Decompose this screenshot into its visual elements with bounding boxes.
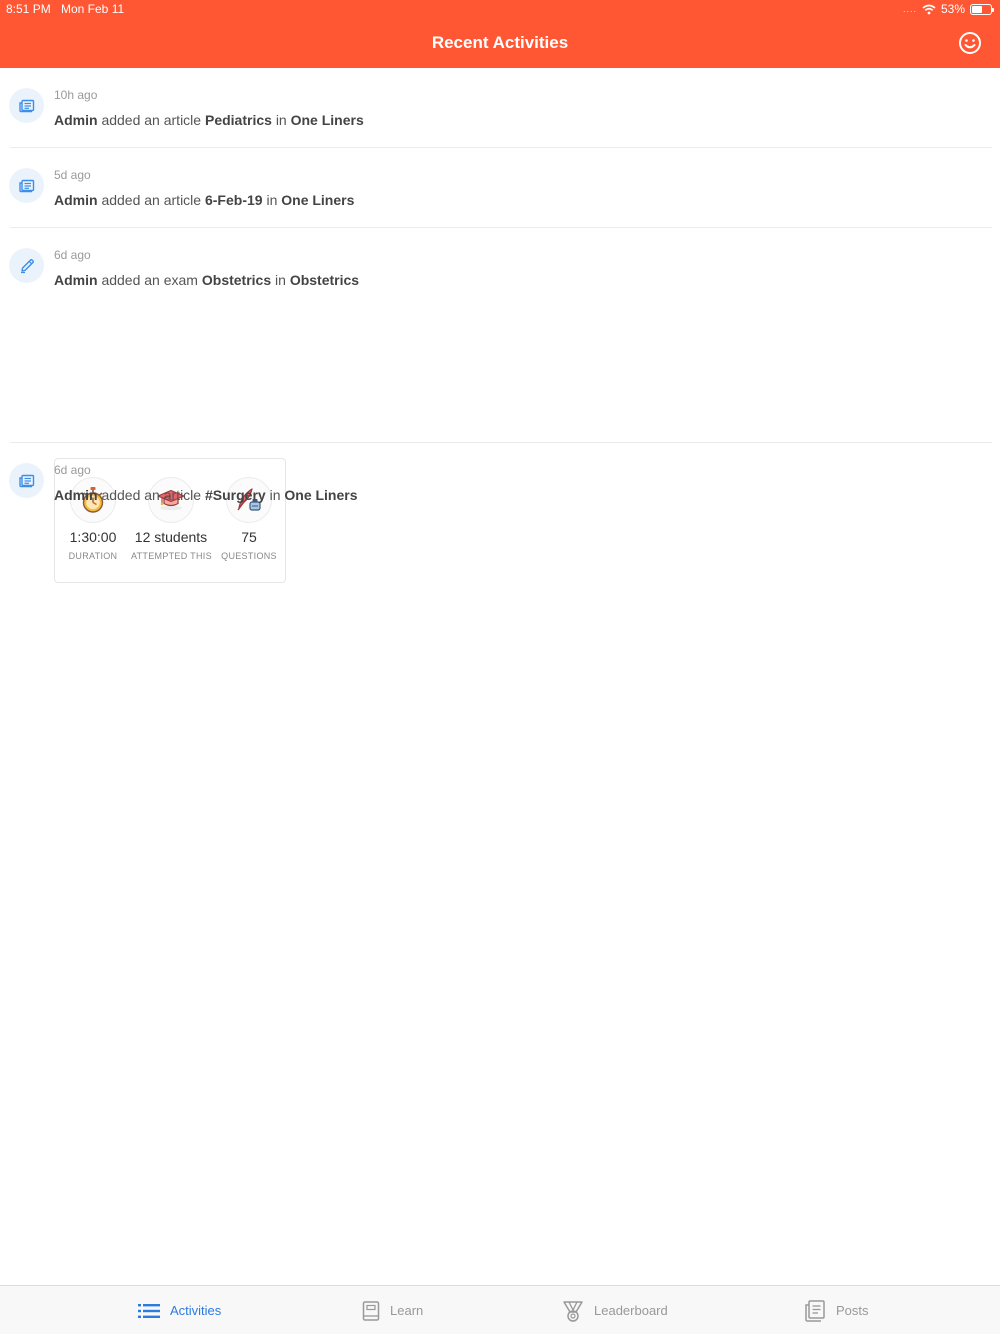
activity-actor: Admin bbox=[54, 487, 98, 503]
activity-actor: Admin bbox=[54, 112, 98, 128]
activity-text: Admin added an exam Obstetrics in Obstet… bbox=[54, 272, 359, 288]
activity-time: 5d ago bbox=[54, 168, 91, 182]
activity-verb: added an exam bbox=[101, 272, 198, 288]
pencil-icon bbox=[9, 248, 44, 283]
list-icon bbox=[138, 1303, 160, 1318]
activity-time: 6d ago bbox=[54, 248, 91, 262]
battery-percent: 53% bbox=[940, 2, 965, 16]
wifi-icon bbox=[922, 4, 936, 14]
activity-actor: Admin bbox=[54, 192, 98, 208]
tab-label: Activities bbox=[170, 1303, 222, 1318]
tab-label: Posts bbox=[836, 1303, 869, 1318]
signal-indicator: .... bbox=[902, 4, 917, 14]
activity-item[interactable]: 6d ago Admin added an article #Surgery i… bbox=[0, 443, 1000, 523]
exam-duration-label: DURATION bbox=[68, 551, 118, 561]
exam-students-value: 12 students bbox=[134, 529, 208, 545]
activity-target[interactable]: One Liners bbox=[281, 192, 354, 208]
activity-target[interactable]: One Liners bbox=[291, 112, 364, 128]
activity-verb: added an article bbox=[101, 112, 202, 128]
exam-students-label: ATTEMPTED THIS bbox=[131, 551, 212, 561]
activity-object[interactable]: Obstetrics bbox=[202, 272, 271, 288]
activity-text: Admin added an article Pediatrics in One… bbox=[54, 112, 364, 128]
status-date: Mon Feb 11 bbox=[61, 2, 125, 16]
tab-posts[interactable]: Posts bbox=[804, 1286, 869, 1335]
status-time: 8:51 PM bbox=[6, 2, 51, 16]
activity-verb: added an article bbox=[101, 192, 202, 208]
header-bar: 8:51 PM Mon Feb 11 .... 53% Recent Activ… bbox=[0, 0, 1000, 68]
tab-leaderboard[interactable]: Leaderboard bbox=[562, 1286, 668, 1335]
article-icon bbox=[9, 168, 44, 203]
tab-activities[interactable]: Activities bbox=[138, 1286, 221, 1335]
page-title: Recent Activities bbox=[431, 33, 569, 52]
smiley-icon[interactable] bbox=[958, 31, 982, 55]
tab-learn[interactable]: Learn bbox=[362, 1286, 423, 1335]
activity-prep: in bbox=[266, 192, 278, 208]
activity-target[interactable]: One Liners bbox=[284, 487, 357, 503]
tab-label: Leaderboard bbox=[594, 1303, 668, 1318]
activity-actor: Admin bbox=[54, 272, 98, 288]
activity-item[interactable]: 6d ago Admin added an exam Obstetrics in… bbox=[0, 228, 1000, 583]
activity-verb: added an article bbox=[101, 487, 202, 503]
article-icon bbox=[9, 88, 44, 123]
book-icon bbox=[362, 1300, 380, 1321]
battery-nub bbox=[992, 7, 994, 12]
activity-object[interactable]: 6-Feb-19 bbox=[205, 192, 263, 208]
activity-item[interactable]: 5d ago Admin added an article 6-Feb-19 i… bbox=[0, 148, 1000, 228]
battery-icon bbox=[970, 3, 994, 15]
article-icon bbox=[9, 463, 44, 498]
activity-prep: in bbox=[275, 272, 286, 288]
activity-prep: in bbox=[275, 112, 287, 128]
activity-list: 10h ago Admin added an article Pediatric… bbox=[0, 68, 1000, 583]
exam-questions-label: QUESTIONS bbox=[221, 551, 277, 561]
exam-duration-value: 1:30:00 bbox=[69, 529, 117, 545]
activity-text: Admin added an article 6-Feb-19 in One L… bbox=[54, 192, 354, 208]
battery-fill bbox=[972, 5, 982, 13]
activity-target[interactable]: Obstetrics bbox=[290, 272, 359, 288]
tab-bar: Activities Learn Leaderboard Posts bbox=[0, 1285, 1000, 1334]
activity-time: 6d ago bbox=[54, 463, 91, 477]
tab-label: Learn bbox=[390, 1303, 424, 1318]
activity-item[interactable]: 10h ago Admin added an article Pediatric… bbox=[0, 68, 1000, 148]
status-indicators: .... 53% bbox=[902, 2, 994, 16]
activity-object[interactable]: #Surgery bbox=[205, 487, 266, 503]
activity-text: Admin added an article #Surgery in One L… bbox=[54, 487, 358, 503]
medal-icon bbox=[563, 1300, 583, 1322]
activity-prep: in bbox=[269, 487, 281, 503]
activity-object[interactable]: Pediatrics bbox=[205, 112, 272, 128]
activity-time: 10h ago bbox=[54, 88, 98, 102]
exam-questions-value: 75 bbox=[241, 529, 257, 545]
document-icon bbox=[805, 1299, 825, 1322]
